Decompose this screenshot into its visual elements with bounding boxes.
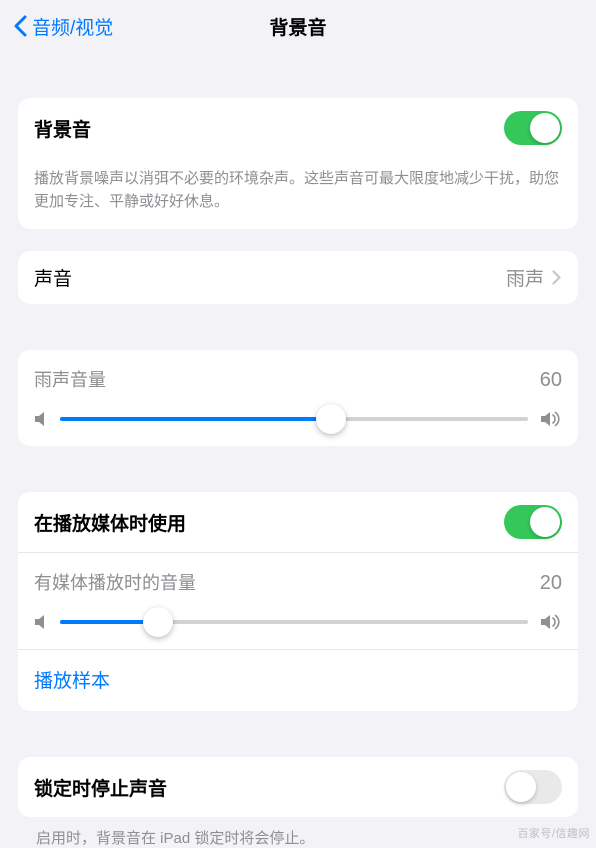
media-volume-value: 20 (540, 572, 562, 595)
media-volume-label: 有媒体播放时的音量 (34, 569, 196, 595)
main-volume-section: 雨声音量 60 (18, 350, 578, 446)
back-label: 音频/视觉 (32, 13, 113, 40)
main-volume-group: 雨声音量 60 (18, 350, 578, 446)
lock-toggle[interactable] (504, 770, 562, 804)
chevron-left-icon (8, 14, 32, 38)
sample-row: 播放样本 (18, 649, 578, 711)
lock-toggle-row: 锁定时停止声音 (18, 757, 578, 817)
lock-group: 锁定时停止声音 (18, 757, 578, 817)
main-volume-label: 雨声音量 (34, 366, 106, 392)
media-label: 在播放媒体时使用 (34, 509, 186, 536)
master-toggle[interactable] (504, 111, 562, 145)
volume-low-icon (34, 613, 48, 631)
lock-desc: 启用时，背景音在 iPad 锁定时将会停止。 (18, 817, 578, 848)
master-label: 背景音 (34, 115, 91, 142)
media-volume-section: 有媒体播放时的音量 20 (18, 552, 578, 649)
main-volume-value: 60 (540, 369, 562, 392)
master-desc: 播放背景噪声以消弭不必要的环境杂声。这些声音可最大限度地减少干扰，助您更加专注、… (18, 158, 578, 229)
play-sample-button[interactable]: 播放样本 (34, 671, 110, 692)
sound-group: 声音 雨声 (18, 251, 578, 304)
navbar: 音频/视觉 背景音 (0, 0, 596, 52)
sound-row[interactable]: 声音 雨声 (18, 251, 578, 304)
watermark: 百家号/信趣网 (517, 825, 590, 841)
master-group: 背景音 播放背景噪声以消弭不必要的环境杂声。这些声音可最大限度地减少干扰，助您更… (18, 98, 578, 229)
volume-high-icon (540, 613, 562, 631)
media-toggle-row: 在播放媒体时使用 (18, 492, 578, 552)
chevron-right-icon (552, 270, 562, 286)
master-toggle-row: 背景音 (18, 98, 578, 158)
main-volume-slider[interactable] (60, 417, 528, 421)
volume-high-icon (540, 410, 562, 428)
page-title: 背景音 (269, 13, 326, 40)
lock-label: 锁定时停止声音 (34, 774, 167, 801)
media-toggle[interactable] (504, 505, 562, 539)
volume-low-icon (34, 410, 48, 428)
media-group: 在播放媒体时使用 有媒体播放时的音量 20 (18, 492, 578, 711)
sound-value: 雨声 (506, 264, 544, 291)
sound-label: 声音 (34, 264, 72, 291)
media-volume-slider[interactable] (60, 620, 528, 624)
back-button[interactable]: 音频/视觉 (8, 13, 113, 40)
